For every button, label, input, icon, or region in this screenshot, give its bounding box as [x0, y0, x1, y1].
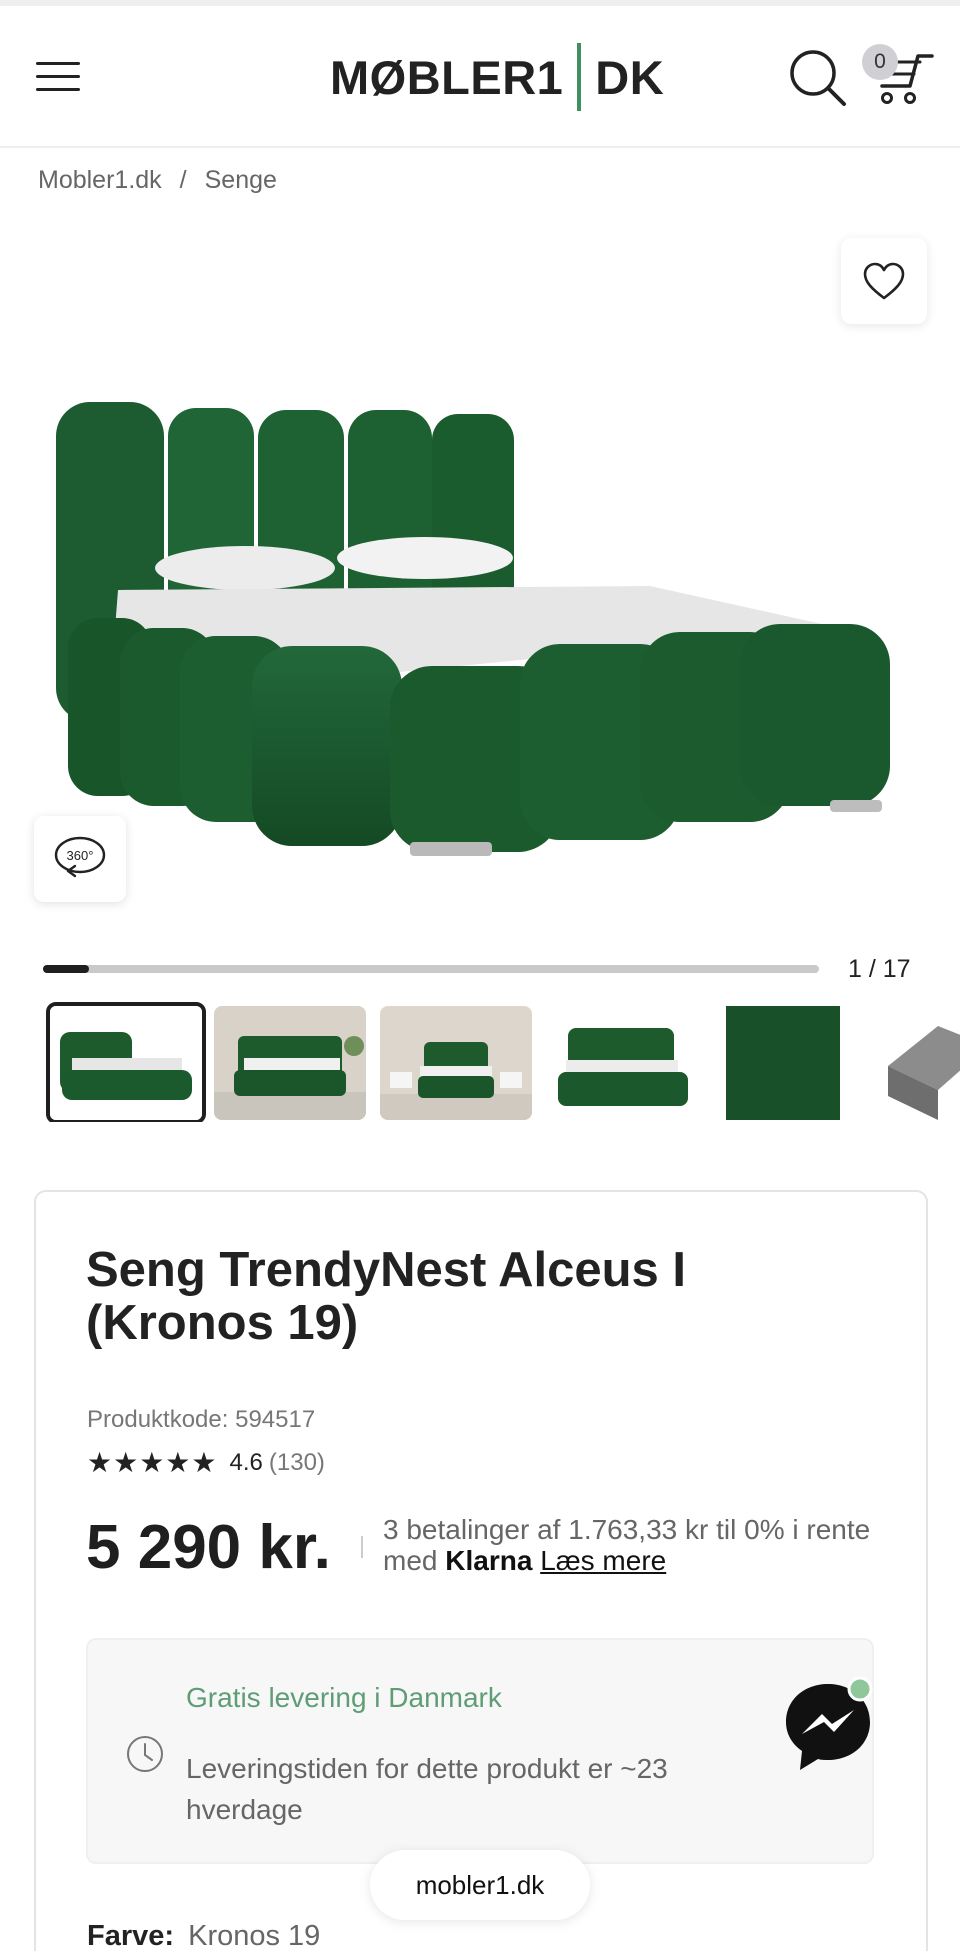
product-code: Produktkode: 594517	[87, 1406, 316, 1433]
thumbnail-4[interactable]	[546, 1006, 698, 1120]
thumbnail-5-fabric[interactable]	[712, 1006, 864, 1120]
cart-count-badge: 0	[862, 44, 898, 80]
messenger-chat-button[interactable]	[778, 1676, 882, 1776]
product-price: 5 290 kr.	[86, 1513, 331, 1582]
gallery-counter: 1 / 17	[848, 955, 911, 983]
color-label: Farve:	[87, 1920, 175, 1951]
wishlist-button[interactable]	[841, 238, 927, 324]
delivery-info-box: Gratis levering i Danmark Leveringstiden…	[86, 1638, 874, 1864]
gallery-progress-bar	[43, 965, 819, 973]
rating-stars-icon: ★★★★★	[87, 1447, 218, 1478]
messenger-icon	[786, 1676, 873, 1770]
clock-icon	[125, 1734, 165, 1774]
logo-text-right: DK	[595, 50, 665, 104]
klarna-logo: Klarna	[445, 1545, 533, 1576]
delivery-title: Gratis levering i Danmark	[186, 1682, 502, 1713]
breadcrumb: Mobler1.dk / Senge	[38, 166, 277, 195]
logo-divider	[577, 43, 582, 111]
klarna-installment-info: 3 betalinger af 1.763,33 kr til 0% i ren…	[383, 1514, 873, 1576]
product-title: Seng TrendyNest Alceus I (Kronos 19)	[86, 1243, 686, 1350]
thumbnail-2[interactable]	[214, 1006, 366, 1120]
rating-count: (130)	[268, 1448, 325, 1476]
view-360-button[interactable]: 360°	[34, 816, 126, 902]
thumbnail-strip[interactable]	[46, 1002, 960, 1122]
thumbnail-1[interactable]	[46, 1002, 206, 1122]
rating-value: 4.6	[229, 1448, 263, 1476]
heart-icon	[863, 262, 905, 300]
color-value: Kronos 19	[188, 1920, 321, 1951]
thumbnail-6[interactable]	[878, 1006, 960, 1120]
breadcrumb-separator: /	[179, 166, 187, 194]
search-icon[interactable]	[788, 48, 848, 108]
logo-text-left: MØBLER1	[330, 50, 564, 104]
product-rating[interactable]: ★★★★★ 4.6 (130)	[87, 1446, 325, 1479]
site-logo[interactable]: MØBLER1 DK	[330, 40, 664, 114]
svg-text:360°: 360°	[67, 848, 94, 863]
read-more-link[interactable]: Læs mere	[540, 1545, 666, 1576]
breadcrumb-category[interactable]: Senge	[205, 166, 277, 195]
gallery-progress-fill	[43, 965, 89, 973]
color-option-row: Farve: Kronos 19	[87, 1920, 320, 1951]
product-main-image[interactable]	[40, 380, 920, 860]
price-separator	[361, 1536, 363, 1558]
rotate-360-icon: 360°	[54, 836, 106, 878]
hamburger-menu-icon[interactable]	[36, 58, 80, 94]
thumbnail-3[interactable]	[380, 1006, 532, 1120]
breadcrumb-home[interactable]: Mobler1.dk	[38, 166, 162, 195]
site-header: MØBLER1 DK 0	[0, 6, 960, 148]
delivery-time-text: Leveringstiden for dette produkt er ~23 …	[186, 1753, 668, 1825]
site-domain-pill[interactable]: mobler1.dk	[370, 1850, 590, 1920]
